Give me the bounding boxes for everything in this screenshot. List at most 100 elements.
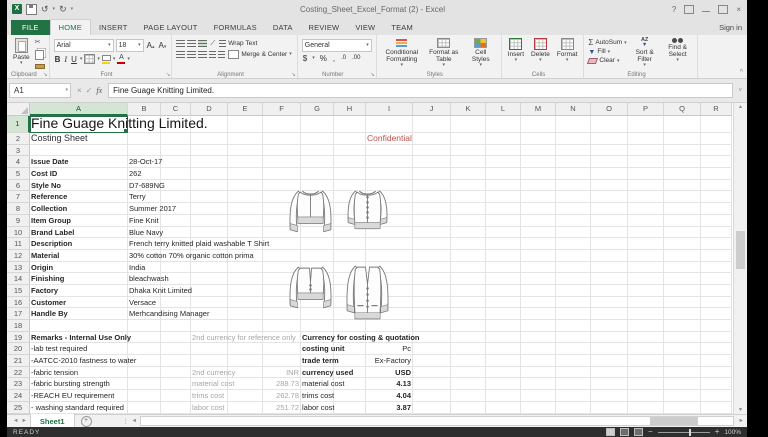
cell-M6[interactable] — [521, 180, 556, 192]
cell-B17[interactable]: Merhcandising Manager — [128, 308, 161, 320]
cell-N3[interactable] — [556, 145, 591, 157]
cell-N1[interactable] — [556, 116, 591, 133]
cell-F9[interactable] — [263, 215, 301, 227]
cell-G12[interactable] — [301, 250, 334, 262]
cell-A25[interactable]: - washing standard required — [30, 402, 128, 414]
cell-R13[interactable] — [701, 262, 732, 274]
cell-P3[interactable] — [628, 145, 664, 157]
cell-L10[interactable] — [486, 227, 521, 239]
cell-D2[interactable] — [191, 133, 228, 145]
cell-H17[interactable] — [334, 308, 366, 320]
cell-E15[interactable] — [228, 285, 263, 297]
cell-Q17[interactable] — [664, 308, 701, 320]
comma-style-button[interactable]: , — [332, 54, 336, 63]
clear-button[interactable]: Clear ▾ — [588, 57, 626, 65]
cell-J12[interactable] — [413, 250, 451, 262]
cell-H16[interactable] — [334, 297, 366, 309]
cell-K13[interactable] — [451, 262, 486, 274]
cell-J4[interactable] — [413, 156, 451, 168]
cell-O7[interactable] — [591, 191, 628, 203]
cell-F22[interactable]: INR — [263, 367, 301, 379]
cell-N5[interactable] — [556, 168, 591, 180]
cell-E18[interactable] — [228, 320, 263, 332]
cell-A10[interactable]: Brand Label — [30, 227, 128, 239]
cell-G9[interactable] — [301, 215, 334, 227]
column-header-P[interactable]: P — [628, 103, 664, 116]
cell-N13[interactable] — [556, 262, 591, 274]
bold-button[interactable]: B — [54, 55, 62, 64]
paste-button[interactable]: Paste ▾ — [11, 37, 32, 69]
increase-font-button[interactable]: A▴ — [146, 41, 156, 50]
cell-N12[interactable] — [556, 250, 591, 262]
cell-F2[interactable] — [263, 133, 301, 145]
cell-A2[interactable]: Costing Sheet — [30, 133, 128, 145]
cell-A18[interactable] — [30, 320, 128, 332]
ribbon-display-options-button[interactable] — [684, 5, 694, 14]
cell-C10[interactable] — [161, 227, 191, 239]
cell-D13[interactable] — [191, 262, 228, 274]
cell-D23[interactable]: material cost — [191, 378, 228, 390]
cell-F3[interactable] — [263, 145, 301, 157]
cell-D25[interactable]: labor cost — [191, 402, 228, 414]
cell-I24[interactable]: 4.04 — [366, 390, 413, 402]
row-header-1[interactable]: 1 — [7, 116, 30, 133]
column-header-Q[interactable]: Q — [664, 103, 701, 116]
redo-button[interactable]: ↻ — [59, 4, 67, 14]
cell-O15[interactable] — [591, 285, 628, 297]
cell-F24[interactable]: 262.78 — [263, 390, 301, 402]
cell-J11[interactable] — [413, 238, 451, 250]
cell-P13[interactable] — [628, 262, 664, 274]
conditional-formatting-button[interactable]: Conditional Formatting ▾ — [381, 37, 423, 69]
cell-D19[interactable]: 2nd currency for reference only — [191, 332, 228, 344]
orientation-button[interactable]: ⟋ — [209, 39, 216, 48]
cell-F8[interactable] — [263, 203, 301, 215]
cell-Q25[interactable] — [664, 402, 701, 414]
cell-L8[interactable] — [486, 203, 521, 215]
cell-A9[interactable]: Item Group — [30, 215, 128, 227]
cell-Q14[interactable] — [664, 273, 701, 285]
cell-G23[interactable]: material cost — [301, 378, 334, 390]
cell-D21[interactable] — [191, 355, 228, 367]
cell-D9[interactable] — [191, 215, 228, 227]
cell-O11[interactable] — [591, 238, 628, 250]
cell-N25[interactable] — [556, 402, 591, 414]
cell-D5[interactable] — [191, 168, 228, 180]
cell-P25[interactable] — [628, 402, 664, 414]
cell-I13[interactable] — [366, 262, 413, 274]
cell-K21[interactable] — [451, 355, 486, 367]
cell-Q8[interactable] — [664, 203, 701, 215]
cell-E25[interactable] — [228, 402, 263, 414]
cell-I5[interactable] — [366, 168, 413, 180]
row-header-22[interactable]: 22 — [7, 367, 30, 379]
cell-Q22[interactable] — [664, 367, 701, 379]
column-header-F[interactable]: F — [263, 103, 301, 116]
cell-A8[interactable]: Collection — [30, 203, 128, 215]
restore-button[interactable] — [718, 5, 728, 14]
column-header-H[interactable]: H — [334, 103, 366, 116]
cell-Q19[interactable] — [664, 332, 701, 344]
cell-I25[interactable]: 3.87 — [366, 402, 413, 414]
cell-styles-button[interactable]: Cell Styles ▾ — [465, 37, 497, 69]
cell-J14[interactable] — [413, 273, 451, 285]
fill-button[interactable]: ▼ Fill ▾ — [588, 48, 626, 56]
cell-E4[interactable] — [228, 156, 263, 168]
copy-button[interactable] — [35, 50, 44, 60]
cell-G15[interactable] — [301, 285, 334, 297]
save-icon[interactable] — [26, 4, 37, 15]
cell-M3[interactable] — [521, 145, 556, 157]
cell-G18[interactable] — [301, 320, 334, 332]
cell-N8[interactable] — [556, 203, 591, 215]
cell-N24[interactable] — [556, 390, 591, 402]
sort-filter-button[interactable]: AZ ▼ Sort & Filter ▾ — [630, 37, 660, 69]
cell-J22[interactable] — [413, 367, 451, 379]
tab-data[interactable]: DATA — [265, 20, 301, 35]
cell-Q10[interactable] — [664, 227, 701, 239]
cell-L24[interactable] — [486, 390, 521, 402]
cell-F16[interactable] — [263, 297, 301, 309]
row-header-20[interactable]: 20 — [7, 343, 30, 355]
cell-B7[interactable]: Terry — [128, 191, 161, 203]
cell-L2[interactable] — [486, 133, 521, 145]
font-color-button[interactable]: A — [117, 55, 125, 64]
cell-E13[interactable] — [228, 262, 263, 274]
cell-E10[interactable] — [228, 227, 263, 239]
